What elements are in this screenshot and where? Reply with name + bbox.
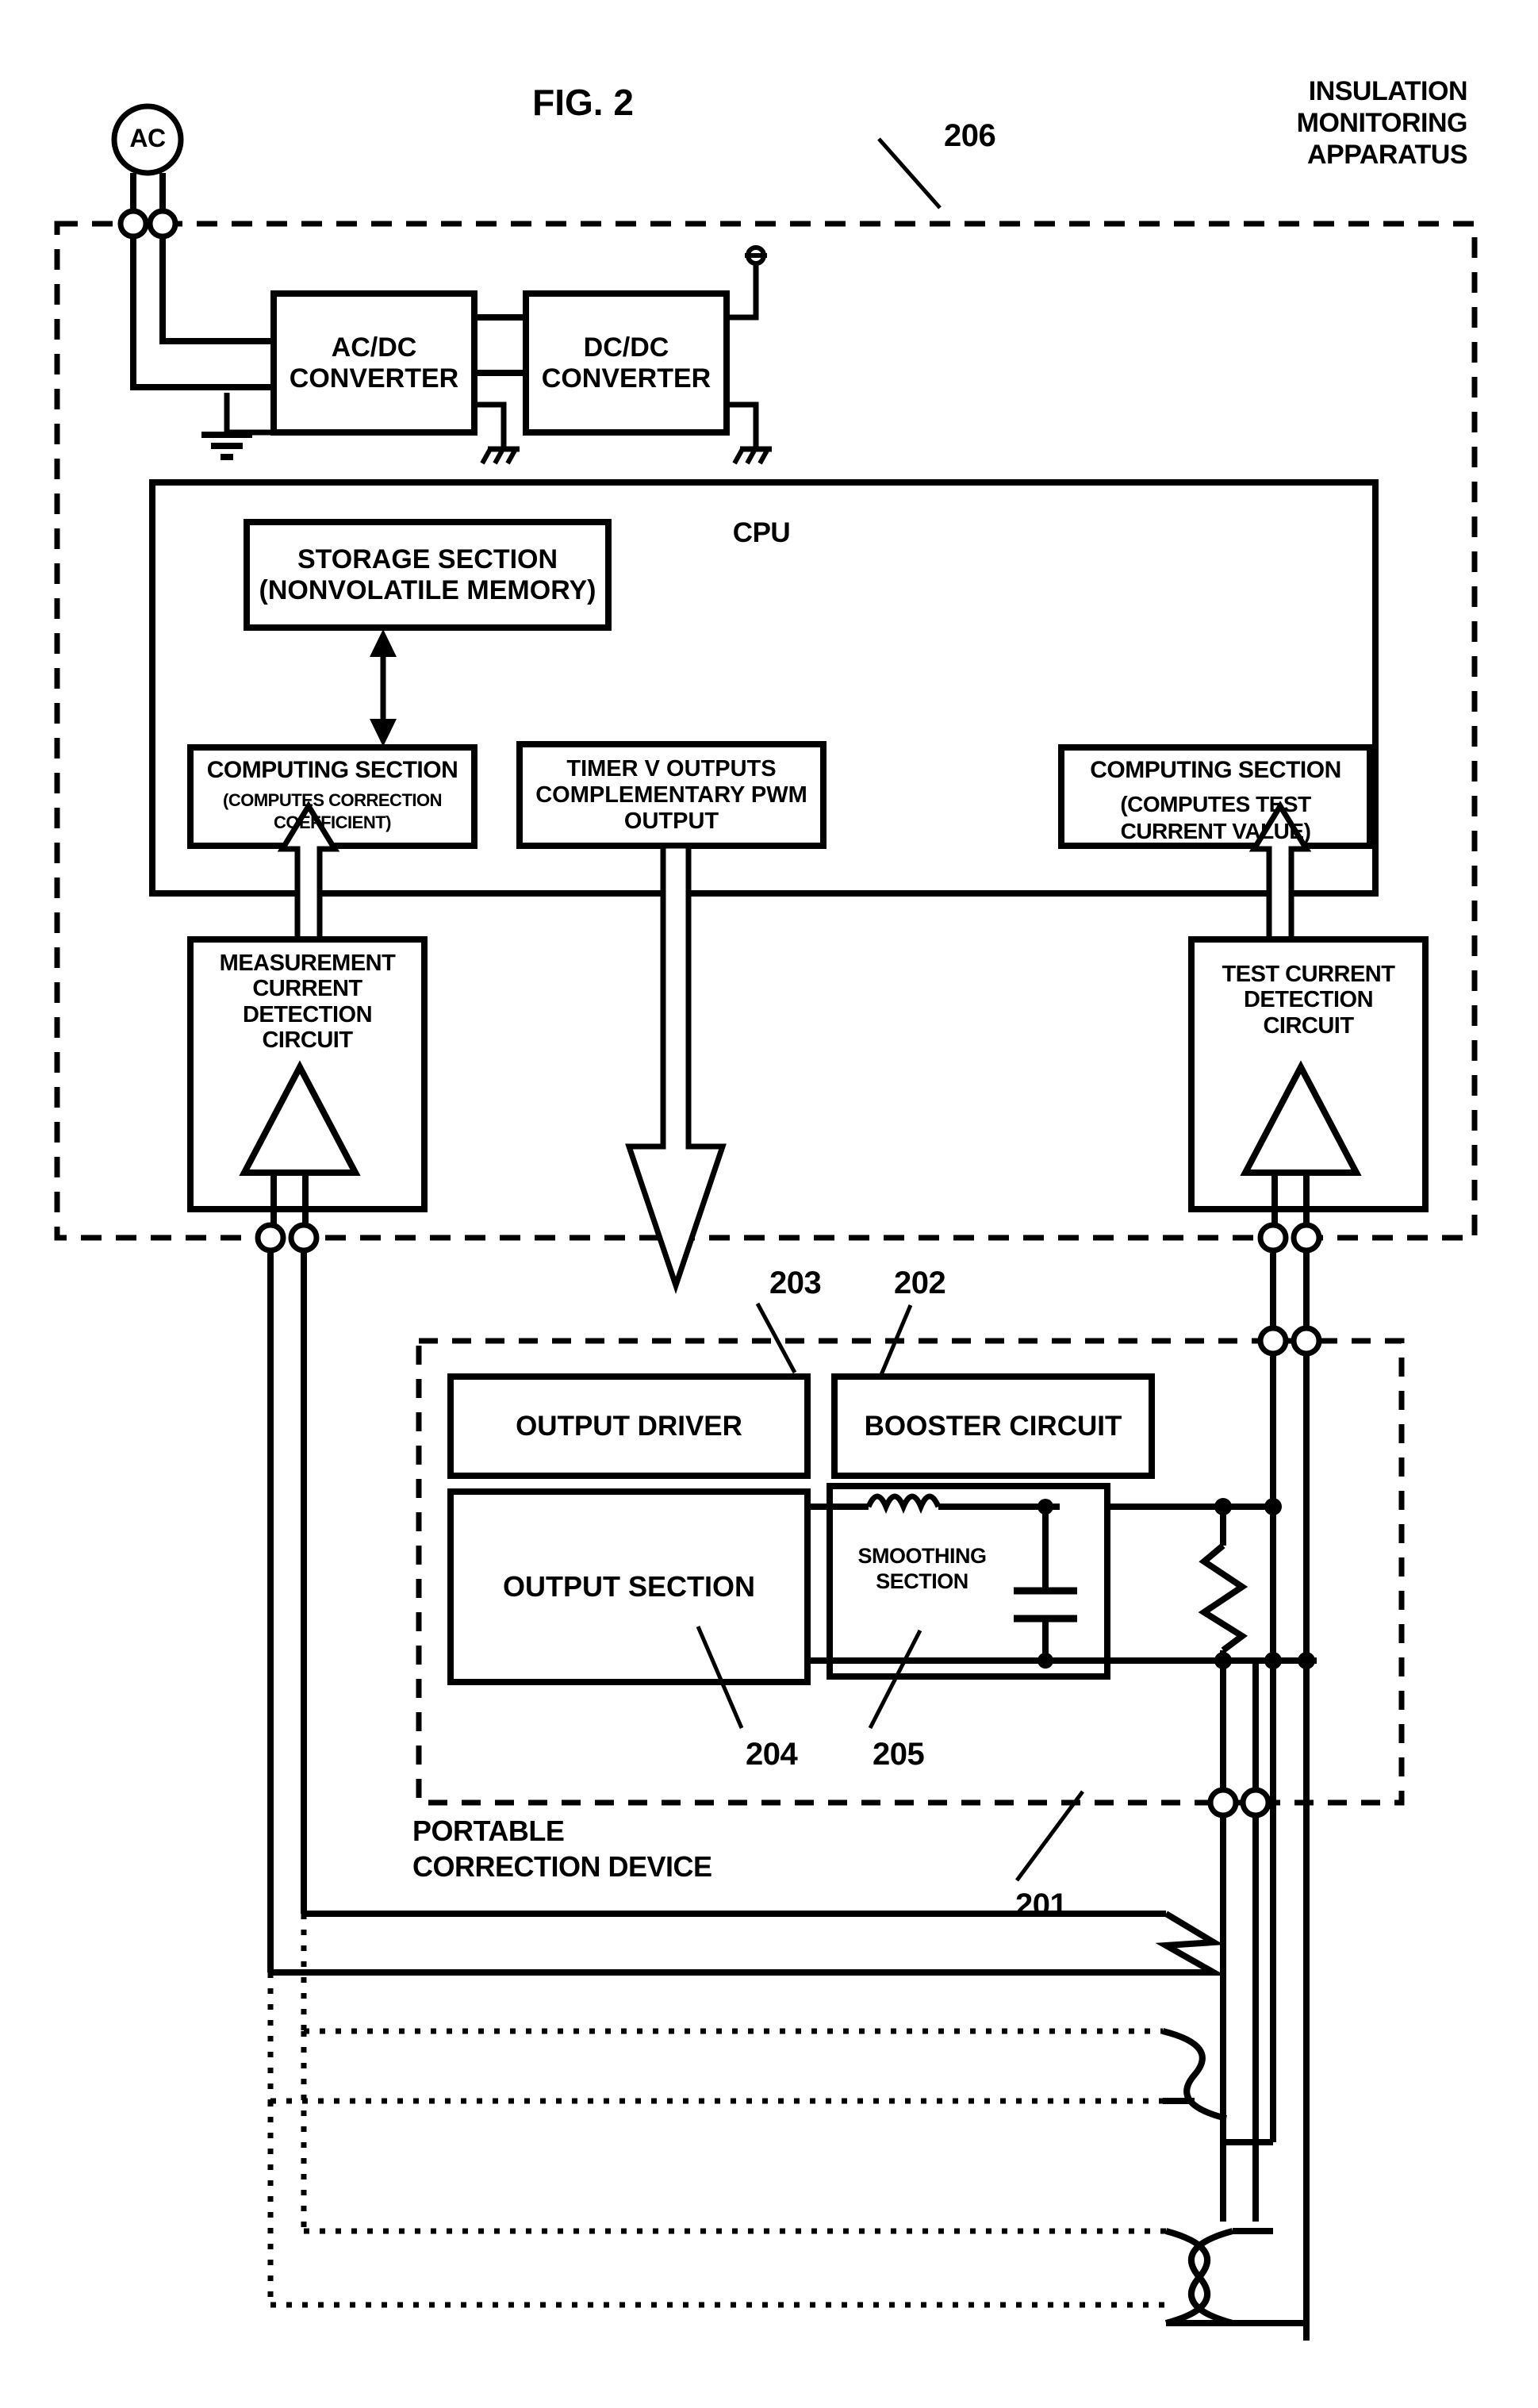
apparatus-title-label: INSULATION MONITORING APPARATUS — [1296, 76, 1468, 171]
ref-205: 205 — [873, 1737, 925, 1772]
ref-203: 203 — [769, 1265, 822, 1300]
computing-test-title: COMPUTING SECTION — [1090, 757, 1341, 783]
break-symbol-curve-2b — [1164, 2228, 1234, 2326]
computing-correction-title: COMPUTING SECTION — [206, 757, 458, 783]
device-terminal-bottom-2 — [1240, 1787, 1271, 1818]
ref-201: 201 — [1015, 1888, 1068, 1922]
device-terminal-bottom-1 — [1207, 1787, 1239, 1818]
test-terminal-1 — [1257, 1222, 1289, 1254]
measurement-terminal-1 — [255, 1222, 286, 1254]
ref-202: 202 — [894, 1265, 946, 1300]
test-terminal-2 — [1291, 1222, 1322, 1254]
portable-correction-device-label: PORTABLE CORRECTION DEVICE — [412, 1815, 712, 1883]
computing-correction-subtitle: (COMPUTES CORRECTION COEFFICIENT) — [223, 790, 443, 832]
timer-label: TIMER V OUTPUTS COMPLEMENTARY PWM OUTPUT — [535, 755, 807, 834]
booster-circuit-label: BOOSTER CIRCUIT — [864, 1410, 1122, 1442]
resistor-symbol — [1198, 1542, 1248, 1653]
break-symbol-solid — [1155, 1911, 1226, 1976]
ref-206: 206 — [944, 118, 996, 153]
pwm-output-arrow — [625, 843, 727, 1294]
break-symbol-curve-1 — [1162, 2028, 1227, 2122]
output-driver-label: OUTPUT DRIVER — [516, 1410, 742, 1442]
output-section-label: OUTPUT SECTION — [502, 1570, 755, 1603]
ac-terminal-right — [147, 208, 178, 240]
smoothing-section-label: SMOOTHING SECTION — [857, 1544, 988, 1594]
dc-dc-converter-label: DC/DC CONVERTER — [541, 332, 711, 394]
ref-204: 204 — [746, 1737, 798, 1772]
schematic-drawing — [54, 103, 1478, 2341]
figure-title: FIG. 2 — [532, 82, 634, 123]
computing-test-subtitle: (COMPUTES TEST CURRENT VALUE) — [1120, 792, 1311, 843]
ac-dc-converter-label: AC/DC CONVERTER — [289, 332, 459, 394]
device-terminal-top-1 — [1257, 1325, 1289, 1357]
measurement-terminal-2 — [288, 1222, 320, 1254]
cpu-label: CPU — [732, 517, 791, 548]
ac-source-label: AC — [129, 124, 166, 152]
storage-section-label: STORAGE SECTION (NONVOLATILE MEMORY) — [259, 543, 596, 605]
measurement-detection-label: MEASUREMENT CURRENT DETECTION CIRCUIT — [219, 951, 396, 1054]
device-terminal-top-2 — [1291, 1325, 1322, 1357]
test-detection-label: TEST CURRENT DETECTION CIRCUIT — [1222, 962, 1395, 1039]
ac-terminal-left — [117, 208, 149, 240]
figure-canvas: FIG. 2 INSULATION MONITORING APPARATUS 2… — [0, 0, 1538, 2408]
